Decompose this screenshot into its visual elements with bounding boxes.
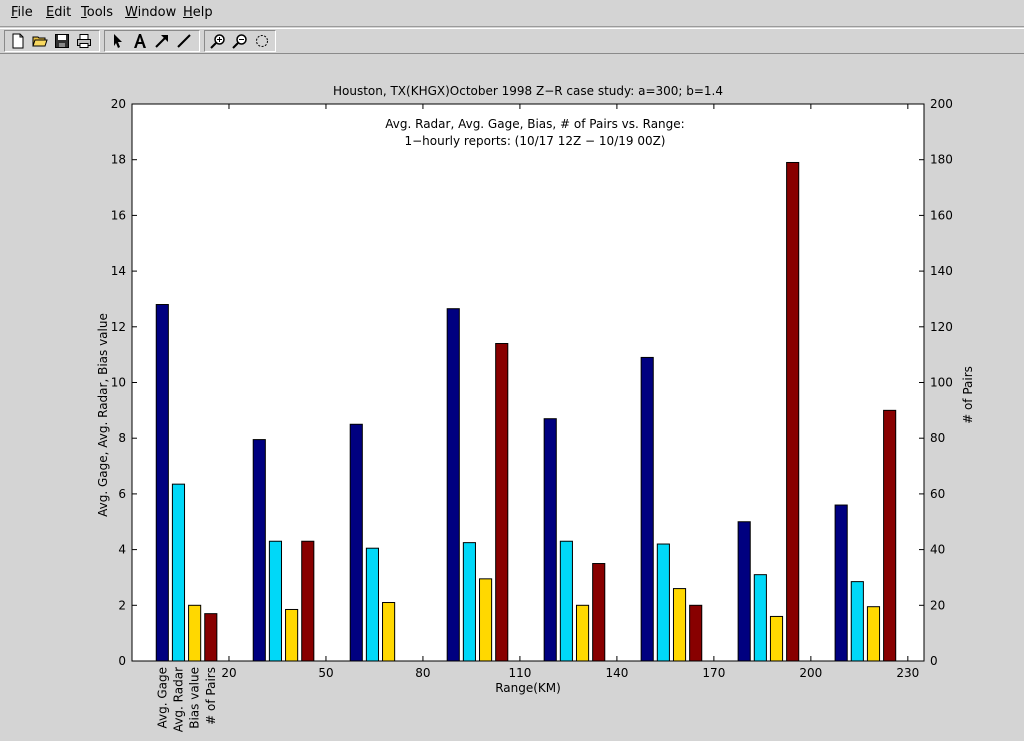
menu-window[interactable]: Window [125, 5, 176, 20]
y-tick-label-right: 60 [930, 487, 945, 501]
y-tick-label-left: 0 [118, 654, 126, 668]
bar-of-pairs-4 [592, 563, 606, 662]
bar-chart: Houston, TX(KHGX)October 1998 Z−R case s… [96, 84, 975, 732]
bar-avg-radar-4 [559, 540, 573, 662]
bar-bias-value-4 [575, 604, 590, 662]
x-tick-label: 140 [605, 666, 628, 680]
menu-edit[interactable]: Edit [46, 5, 71, 20]
y-tick-label-left: 10 [111, 376, 126, 390]
bar-avg-gage-3 [446, 308, 460, 662]
figure-canvas: Houston, TX(KHGX)October 1998 Z−R case s… [0, 55, 1024, 737]
menu-tools[interactable]: Tools [81, 5, 113, 20]
legend-label-0: Avg. Gage [155, 667, 169, 729]
y-tick-label-left: 4 [118, 543, 126, 557]
x-tick-label: 200 [799, 666, 822, 680]
bar-avg-radar-1 [268, 540, 283, 662]
bar-bias-value-5 [672, 588, 687, 662]
y-tick-label-right: 0 [930, 654, 938, 668]
legend-label-1: Avg. Radar [171, 667, 185, 732]
y-axis-label-left: Avg. Gage, Avg. Radar, Bias value [96, 313, 110, 517]
bar-bias-value-6 [769, 615, 784, 662]
bar-bias-value-0 [188, 604, 202, 662]
y-tick-label-left: 2 [118, 598, 126, 612]
y-tick-label-right: 80 [930, 431, 945, 445]
x-tick-label: 170 [702, 666, 725, 680]
new-file-icon[interactable] [8, 31, 28, 51]
zoom-out-icon[interactable] [230, 31, 250, 51]
bar-bias-value-2 [382, 602, 396, 662]
x-tick-label: 50 [318, 666, 333, 680]
y-tick-label-right: 180 [930, 153, 953, 167]
arrow-icon[interactable] [152, 31, 172, 51]
bar-avg-gage-4 [543, 418, 557, 662]
chart-annotation-line-1: Avg. Radar, Avg. Gage, Bias, # of Pairs … [385, 117, 684, 131]
y-tick-label-right: 100 [930, 376, 953, 390]
bar-avg-gage-5 [640, 356, 654, 662]
bar-of-pairs-3 [495, 343, 509, 662]
bar-bias-value-7 [866, 606, 881, 662]
y-tick-label-right: 160 [930, 208, 953, 222]
print-icon[interactable] [74, 31, 94, 51]
menu-file[interactable]: File [11, 5, 33, 20]
bar-avg-radar-7 [850, 581, 864, 662]
legend-label-2: Bias value [188, 667, 202, 729]
bar-bias-value-1 [285, 608, 299, 662]
toolbar [0, 28, 1024, 54]
bar-avg-radar-6 [753, 574, 767, 662]
legend-layer: Avg. Gage Avg. Radar Bias value # of Pairs [155, 667, 217, 732]
chart-title: Houston, TX(KHGX)October 1998 Z−R case s… [333, 84, 723, 98]
bar-avg-radar-0 [171, 483, 186, 662]
open-folder-icon[interactable] [30, 31, 50, 51]
text-icon[interactable] [130, 31, 150, 51]
y-axis-label-right: # of Pairs [961, 366, 975, 424]
y-tick-label-right: 40 [930, 543, 945, 557]
bar-bias-value-3 [479, 578, 493, 662]
x-tick-label: 110 [508, 666, 531, 680]
bar-of-pairs-5 [689, 604, 703, 662]
bar-avg-gage-2 [349, 423, 363, 662]
menu-help[interactable]: Help [183, 5, 213, 20]
bar-of-pairs-1 [301, 540, 315, 662]
y-tick-label-left: 12 [111, 320, 126, 334]
save-icon[interactable] [52, 31, 72, 51]
bar-avg-radar-5 [656, 543, 670, 662]
bar-avg-radar-3 [462, 542, 476, 662]
chart-annotation-line-2: 1−hourly reports: (10/17 12Z − 10/19 00Z… [404, 134, 665, 148]
bar-of-pairs-7 [883, 409, 897, 662]
x-tick-label: 230 [896, 666, 919, 680]
rotate-icon[interactable] [252, 31, 272, 51]
y-tick-label-right: 140 [930, 264, 953, 278]
plot-area [131, 103, 925, 662]
bar-of-pairs-6 [786, 161, 800, 662]
y-tick-label-right: 200 [930, 97, 953, 111]
y-tick-label-left: 18 [111, 153, 126, 167]
line-icon[interactable] [174, 31, 194, 51]
y-tick-label-left: 16 [111, 208, 126, 222]
legend-label-3: # of Pairs [204, 667, 218, 725]
bar-avg-radar-2 [365, 547, 379, 662]
y-tick-label-left: 6 [118, 487, 126, 501]
x-tick-label: 80 [415, 666, 430, 680]
menu-bar: File Edit Tools Window Help [0, 0, 1024, 27]
y-tick-label-left: 14 [111, 264, 126, 278]
bar-of-pairs-0 [204, 613, 218, 662]
bar-avg-gage-0 [155, 304, 169, 662]
bar-avg-gage-6 [737, 521, 751, 662]
y-tick-label-left: 8 [118, 431, 126, 445]
y-tick-label-right: 120 [930, 320, 953, 334]
zoom-in-icon[interactable] [208, 31, 228, 51]
pointer-icon[interactable] [108, 31, 128, 51]
y-tick-label-left: 20 [111, 97, 126, 111]
x-axis-label: Range(KM) [495, 681, 561, 695]
x-tick-label: 20 [221, 666, 236, 680]
bar-avg-gage-1 [252, 439, 266, 662]
bar-avg-gage-7 [834, 504, 848, 662]
y-tick-label-right: 20 [930, 598, 945, 612]
